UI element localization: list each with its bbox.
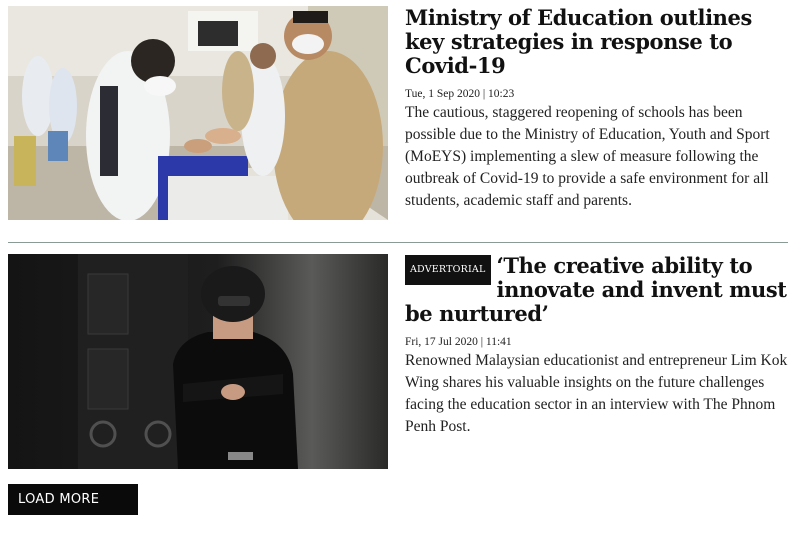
article-summary: The cautious, staggered reopening of sch… [405,104,770,209]
article-card: Ministry of Education outlines key strat… [8,6,788,236]
photo-man-in-black-suit [8,254,388,469]
article-summary: Renowned Malaysian educationist and entr… [405,352,788,435]
advertorial-badge: ADVERTORIAL [405,255,491,285]
article-text: ADVERTORIAL ‘The creative ability to inno… [405,254,791,438]
article-date: Tue, 1 Sep 2020 | 10:23 [405,88,515,100]
article-thumbnail-lim-kok-wing[interactable] [8,254,388,469]
article-headline[interactable]: Ministry of Education outlines key strat… [405,6,791,78]
article-divider [8,242,788,243]
article-card: ADVERTORIAL ‘The creative ability to inno… [8,254,788,470]
article-text: Ministry of Education outlines key strat… [405,6,791,212]
load-more-button[interactable]: LOAD MORE [8,484,138,515]
article-date: Fri, 17 Jul 2020 | 11:41 [405,336,512,348]
article-thumbnail-students-sanitizer[interactable] [8,6,388,220]
article-headline[interactable]: ADVERTORIAL ‘The creative ability to inno… [405,254,791,326]
photo-students-hand-sanitizer [8,6,388,220]
